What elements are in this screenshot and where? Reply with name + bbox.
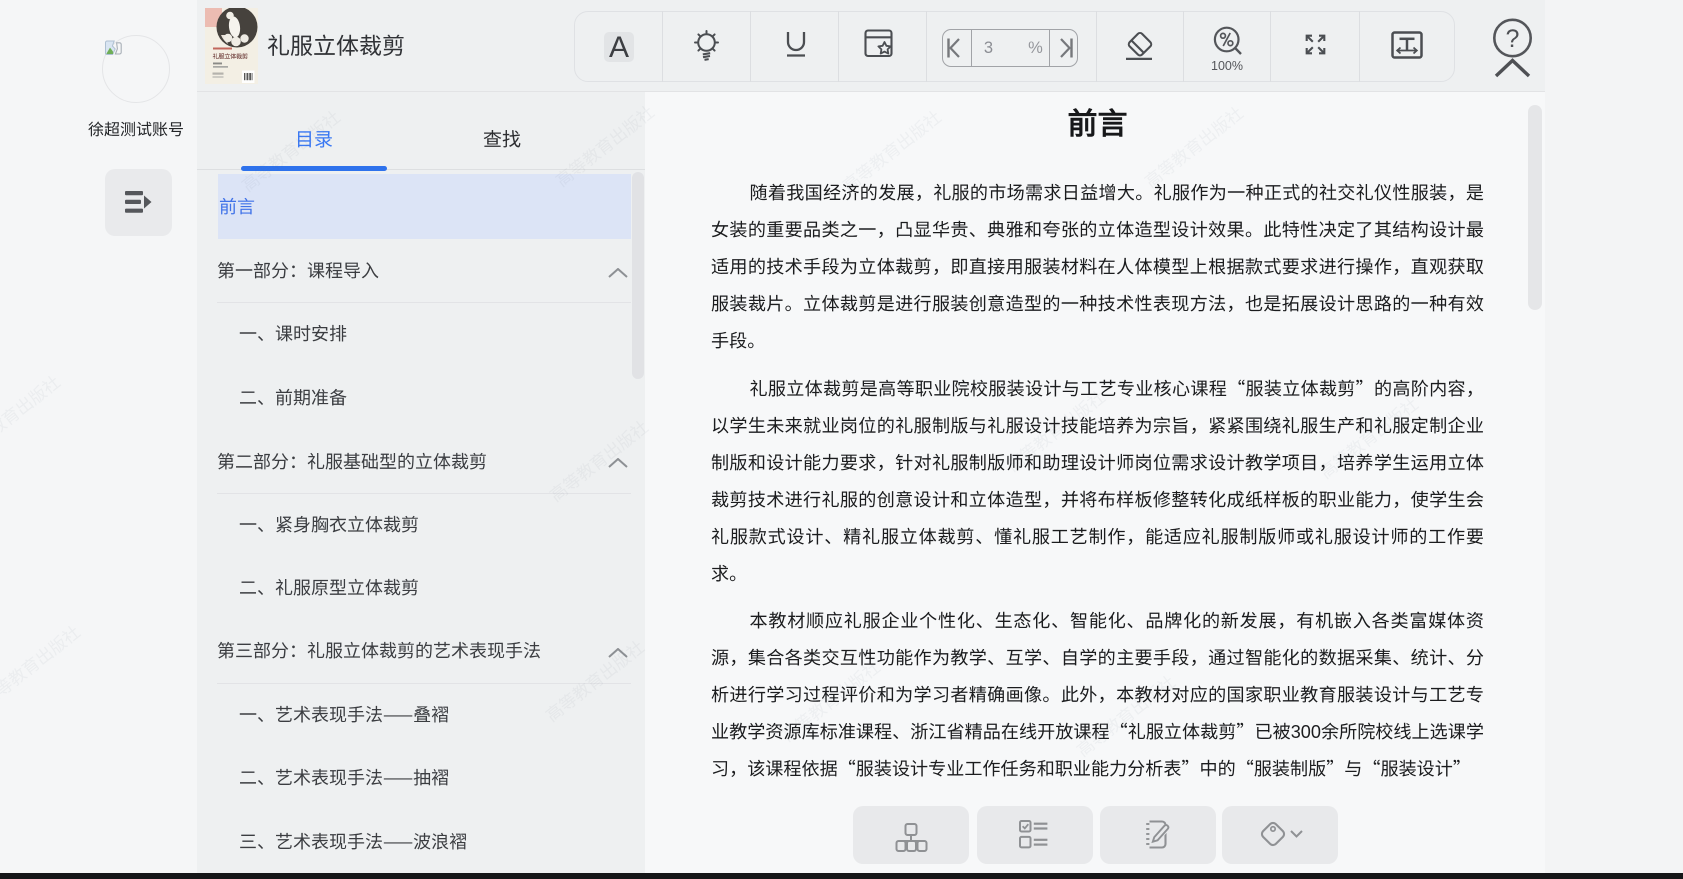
svg-text:礼服立体裁剪: 礼服立体裁剪	[213, 52, 248, 61]
svg-text:?: ?	[1506, 25, 1520, 53]
